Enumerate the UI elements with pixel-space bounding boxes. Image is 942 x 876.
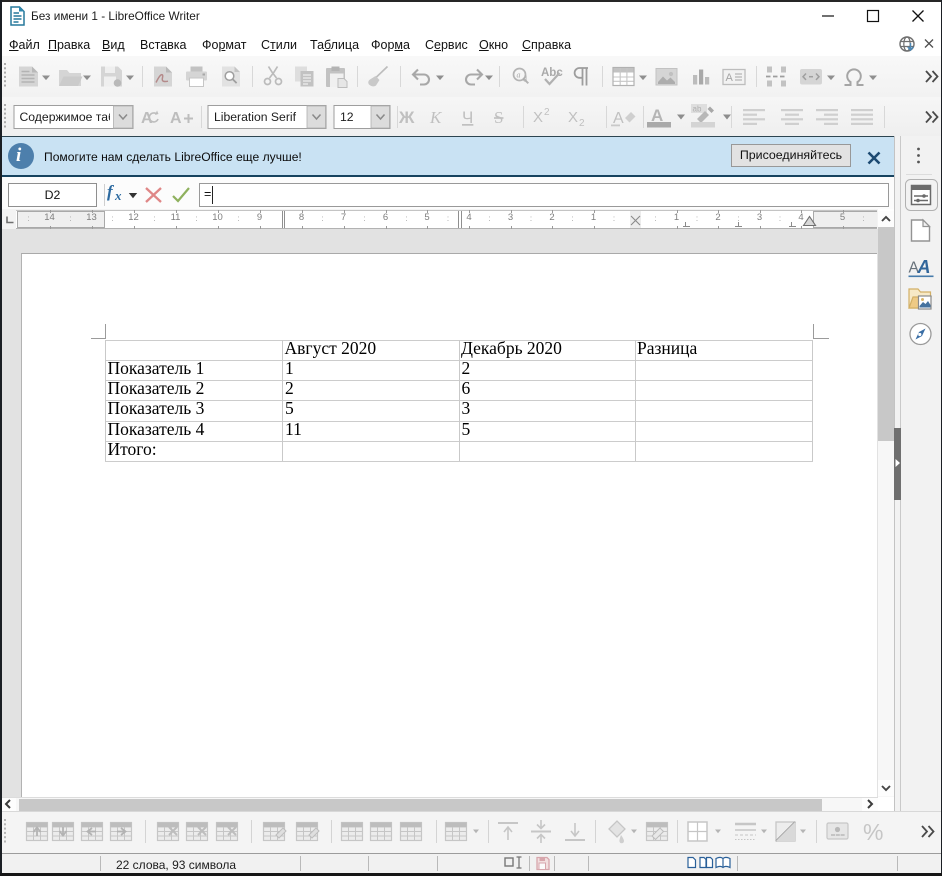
svg-text:Ж: Ж bbox=[398, 108, 415, 127]
svg-text:Abc: Abc bbox=[541, 67, 563, 79]
svg-text:Liberation Serif: Liberation Serif bbox=[214, 110, 297, 124]
svg-text:A: A bbox=[726, 72, 734, 84]
svg-text:A: A bbox=[917, 257, 931, 277]
svg-text:X: X bbox=[568, 109, 578, 126]
svg-text:12: 12 bbox=[340, 110, 354, 124]
svg-text:%: % bbox=[863, 819, 883, 845]
svg-text:2: 2 bbox=[579, 118, 585, 129]
svg-text:ab: ab bbox=[693, 105, 702, 114]
svg-text:К: К bbox=[429, 108, 443, 127]
svg-text:d: d bbox=[523, 75, 527, 84]
svg-text:Ч: Ч bbox=[462, 108, 473, 127]
svg-text:2: 2 bbox=[544, 107, 550, 118]
svg-text:A: A bbox=[170, 110, 182, 127]
svg-text:Содержимое табл: Содержимое табл bbox=[20, 110, 122, 124]
svg-text:A: A bbox=[141, 110, 153, 127]
svg-text:A: A bbox=[613, 110, 624, 127]
svg-text:S: S bbox=[494, 108, 503, 127]
svg-text:a: a bbox=[517, 71, 521, 80]
svg-text:X: X bbox=[533, 109, 543, 126]
